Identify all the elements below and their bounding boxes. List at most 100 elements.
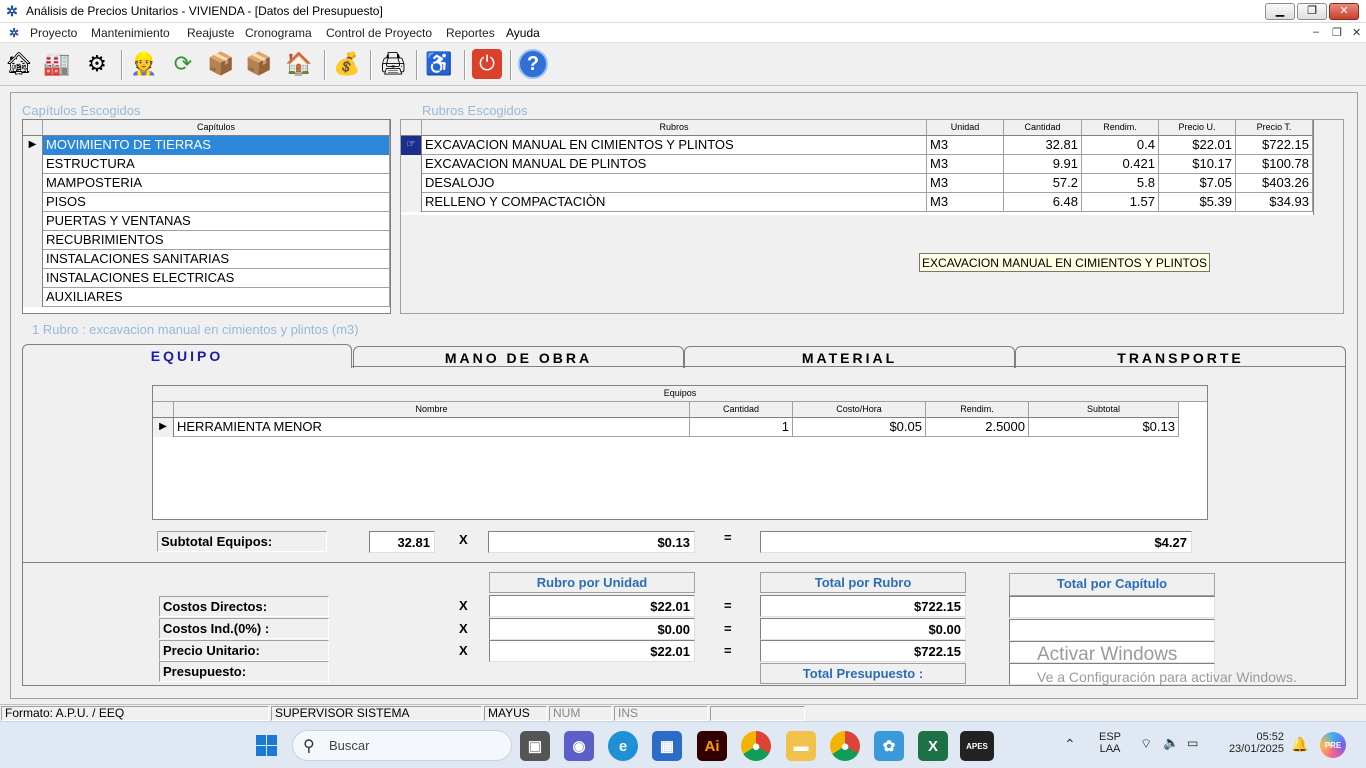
equipo-subtotal[interactable]: $0.13 <box>1029 418 1179 437</box>
rubro-row[interactable]: EXCAVACION MANUAL DE PLINTOS M3 9.91 0.421 $… <box>401 155 1313 174</box>
costos-indirectos-capitulo-field[interactable] <box>1009 619 1215 641</box>
rubro-cantidad[interactable]: 57.2 <box>1004 174 1082 193</box>
precio-unitario-rubro-field[interactable]: $722.15 <box>760 640 966 662</box>
close-button[interactable]: ✕ <box>1329 3 1359 20</box>
house-money-icon[interactable]: 🏠 <box>282 47 316 81</box>
column-header-rubros[interactable]: Rubros <box>422 120 927 136</box>
rubro-precio-t[interactable]: $34.93 <box>1236 193 1313 212</box>
menu-proyecto[interactable]: Proyecto <box>30 26 77 40</box>
volume-icon[interactable]: 🔈 <box>1163 735 1179 751</box>
battery-icon[interactable]: ▭ <box>1187 736 1198 750</box>
column-header-costo-hora[interactable]: Costo/Hora <box>793 402 926 418</box>
rubro-cantidad[interactable]: 9.91 <box>1004 155 1082 174</box>
file-explorer-icon[interactable]: ▬ <box>786 731 816 761</box>
rubro-row[interactable]: RELLENO Y COMPACTACIÒN M3 6.48 1.57 $5.39 $34… <box>401 193 1313 212</box>
illustrator-icon[interactable]: Ai <box>697 731 727 761</box>
rubro-row[interactable]: DESALOJO M3 57.2 5.8 $7.05 $403.26 <box>401 174 1313 193</box>
costos-directos-unidad-field[interactable]: $22.01 <box>489 595 695 617</box>
row-edit-pointer-icon[interactable]: ☞ <box>401 136 422 155</box>
rubro-precio-t[interactable]: $722.15 <box>1236 136 1313 155</box>
apu-app-icon[interactable]: APES <box>960 731 994 761</box>
capitulo-row[interactable]: RECUBRIMIENTOS <box>23 231 390 250</box>
row-selector[interactable] <box>23 212 43 231</box>
rubro-precio-u[interactable]: $10.17 <box>1159 155 1236 174</box>
equipo-rendim[interactable]: 2.5000 <box>926 418 1029 437</box>
column-header-cantidad[interactable]: Cantidad <box>1004 120 1082 136</box>
subtotal-cantidad-field[interactable]: 32.81 <box>369 531 435 553</box>
app-icon-globe[interactable]: ✿ <box>874 731 904 761</box>
costos-indirectos-unidad-field[interactable]: $0.00 <box>489 618 695 640</box>
capitulo-row[interactable]: INSTALACIONES ELECTRICAS <box>23 269 390 288</box>
menu-control-proyecto[interactable]: Control de Proyecto <box>326 26 432 40</box>
column-header-rendim[interactable]: Rendim. <box>926 402 1029 418</box>
tab-material[interactable]: MATERIAL <box>684 346 1015 368</box>
capitulo-row[interactable]: ESTRUCTURA <box>23 155 390 174</box>
open-project-icon[interactable]: 🏚 <box>2 47 36 81</box>
rubro-unidad[interactable]: M3 <box>927 136 1004 155</box>
capitulo-name[interactable]: INSTALACIONES ELECTRICAS <box>43 269 390 288</box>
help-icon[interactable]: ? <box>516 47 550 81</box>
column-header-precio-t[interactable]: Precio T. <box>1236 120 1313 136</box>
row-selector-arrow-icon[interactable]: ▶ <box>23 136 43 155</box>
tab-mano-de-obra[interactable]: MANO DE OBRA <box>353 346 684 368</box>
menu-cronograma[interactable]: Cronograma <box>245 26 312 40</box>
task-view-icon[interactable]: ▣ <box>520 731 550 761</box>
equipo-cantidad[interactable]: 1 <box>690 418 793 437</box>
wifi-icon[interactable]: ⌔ <box>1140 736 1152 752</box>
app-icon[interactable]: ✲ <box>4 3 20 19</box>
show-hidden-icons-chevron-icon[interactable]: ⌃ <box>1064 736 1076 753</box>
capitulo-row[interactable]: PISOS <box>23 193 390 212</box>
row-selector[interactable] <box>23 231 43 250</box>
rubro-unidad[interactable]: M3 <box>927 155 1004 174</box>
precio-unitario-unidad-field[interactable]: $22.01 <box>489 640 695 662</box>
row-selector[interactable] <box>23 193 43 212</box>
tab-transporte[interactable]: TRANSPORTE <box>1015 346 1346 368</box>
costos-directos-rubro-field[interactable]: $722.15 <box>760 595 966 617</box>
rubro-precio-u[interactable]: $5.39 <box>1159 193 1236 212</box>
capitulo-row[interactable]: AUXILIARES <box>23 288 390 307</box>
rubro-precio-t[interactable]: $403.26 <box>1236 174 1313 193</box>
subtotal-total-field[interactable]: $4.27 <box>760 531 1192 553</box>
table-row[interactable]: ▶ HERRAMIENTA MENOR 1 $0.05 2.5000 $0.13 <box>153 418 1179 437</box>
clock[interactable]: 05:52 23/01/2025 <box>1218 731 1284 755</box>
row-selector[interactable] <box>23 269 43 288</box>
capitulo-name[interactable]: PISOS <box>43 193 390 212</box>
rubro-rendim[interactable]: 0.421 <box>1082 155 1159 174</box>
rubro-unidad[interactable]: M3 <box>927 174 1004 193</box>
column-header-rendim[interactable]: Rendim. <box>1082 120 1159 136</box>
capitulo-name[interactable]: AUXILIARES <box>43 288 390 307</box>
taskbar-search-box[interactable]: ⚲ Buscar <box>292 730 512 761</box>
mdi-child-icon[interactable]: ✲ <box>6 25 22 41</box>
mdi-minimize-button[interactable]: – <box>1313 26 1319 38</box>
capitulo-name[interactable]: RECUBRIMIENTOS <box>43 231 390 250</box>
store-icon[interactable]: ▦ <box>652 731 682 761</box>
rubro-rendim[interactable]: 0.4 <box>1082 136 1159 155</box>
capitulo-name[interactable]: PUERTAS Y VENTANAS <box>43 212 390 231</box>
column-header-cantidad[interactable]: Cantidad <box>690 402 793 418</box>
row-selector[interactable] <box>401 174 422 193</box>
capitulo-name[interactable]: ESTRUCTURA <box>43 155 390 174</box>
rubro-precio-u[interactable]: $22.01 <box>1159 136 1236 155</box>
rubro-name[interactable]: DESALOJO <box>422 174 927 193</box>
row-selector[interactable] <box>23 288 43 307</box>
subtotal-unit-field[interactable]: $0.13 <box>488 531 695 553</box>
capitulo-row[interactable]: INSTALACIONES SANITARIAS <box>23 250 390 269</box>
rubro-row[interactable]: ☞ EXCAVACION MANUAL EN CIMIENTOS Y PLINTO… <box>401 136 1313 155</box>
box-open-icon[interactable]: 📦 <box>204 47 238 81</box>
warehouse-icon[interactable]: 🏭 <box>40 47 74 81</box>
column-header-capitulos[interactable]: Capítulos <box>43 120 390 136</box>
row-selector[interactable] <box>23 250 43 269</box>
rubro-name[interactable]: EXCAVACION MANUAL DE PLINTOS <box>422 155 927 174</box>
minimize-button[interactable]: ▁ <box>1265 3 1295 20</box>
column-header-precio-u[interactable]: Precio U. <box>1159 120 1236 136</box>
mdi-restore-button[interactable]: ❐ <box>1332 26 1342 39</box>
refresh-icon[interactable]: ⟳ <box>166 47 200 81</box>
capitulo-name[interactable]: MAMPOSTERIA <box>43 174 390 193</box>
settings-icon[interactable]: ⚙ <box>80 47 114 81</box>
edge-icon[interactable]: e <box>608 731 638 761</box>
column-header-nombre[interactable]: Nombre <box>174 402 690 418</box>
row-selector[interactable] <box>401 155 422 174</box>
row-selector[interactable] <box>23 174 43 193</box>
teams-chat-icon[interactable]: ◉ <box>564 731 594 761</box>
capitulo-name[interactable]: INSTALACIONES SANITARIAS <box>43 250 390 269</box>
